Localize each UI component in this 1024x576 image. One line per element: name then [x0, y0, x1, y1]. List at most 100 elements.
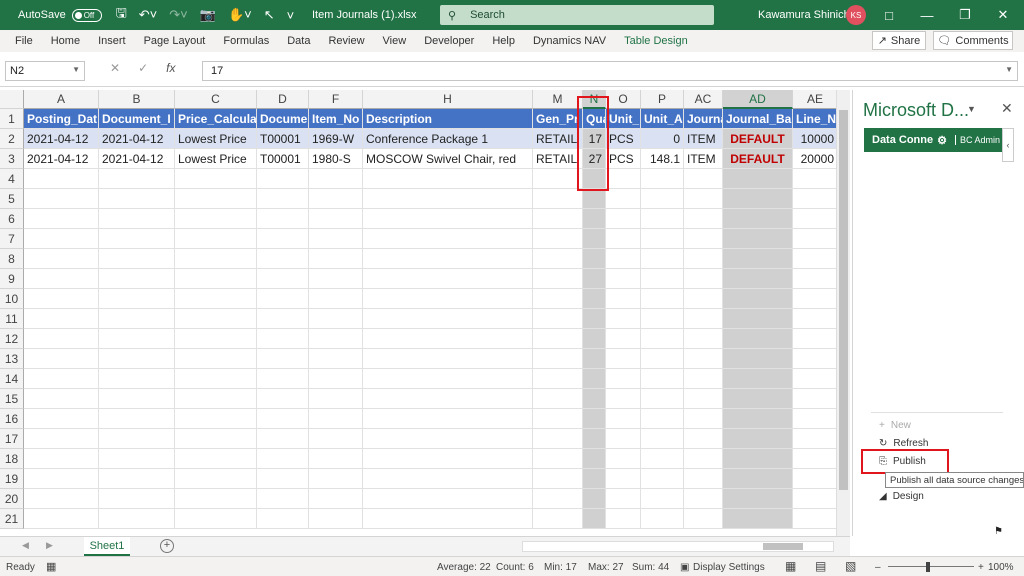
- table-cell[interactable]: [793, 209, 836, 229]
- menu-data[interactable]: Data: [278, 35, 319, 47]
- table-cell[interactable]: [175, 409, 257, 429]
- table-cell[interactable]: [175, 189, 257, 209]
- table-cell[interactable]: DEFAULT: [723, 129, 793, 149]
- table-cell[interactable]: [363, 229, 533, 249]
- table-cell[interactable]: [723, 469, 793, 489]
- table-cell[interactable]: [363, 349, 533, 369]
- table-cell[interactable]: 1980-S: [309, 149, 363, 169]
- table-cell[interactable]: [684, 329, 723, 349]
- table-cell[interactable]: [24, 349, 99, 369]
- comments-button[interactable]: 🗨 Comments: [933, 31, 1013, 50]
- table-cell[interactable]: [363, 169, 533, 189]
- table-cell[interactable]: [684, 169, 723, 189]
- table-cell[interactable]: [606, 509, 641, 529]
- table-cell[interactable]: [641, 509, 684, 529]
- table-cell[interactable]: [24, 429, 99, 449]
- table-cell[interactable]: [684, 469, 723, 489]
- table-cell[interactable]: [363, 269, 533, 289]
- table-cell[interactable]: [99, 309, 175, 329]
- table-cell[interactable]: [533, 489, 583, 509]
- table-cell[interactable]: [606, 469, 641, 489]
- zoom-slider[interactable]: [888, 566, 974, 567]
- table-header-cell[interactable]: Gen_Pr: [533, 109, 583, 129]
- table-cell[interactable]: [723, 509, 793, 529]
- table-header-cell[interactable]: Posting_Dat: [24, 109, 99, 129]
- table-cell[interactable]: [533, 169, 583, 189]
- table-cell[interactable]: [684, 429, 723, 449]
- table-header-cell[interactable]: Journal_Ba: [723, 109, 793, 129]
- table-cell[interactable]: [175, 209, 257, 229]
- table-cell[interactable]: [641, 169, 684, 189]
- vertical-scrollbar[interactable]: [836, 90, 850, 536]
- table-cell[interactable]: [533, 389, 583, 409]
- column-header[interactable]: M: [533, 90, 583, 109]
- table-cell[interactable]: [723, 389, 793, 409]
- table-cell[interactable]: [583, 489, 606, 509]
- table-cell[interactable]: [99, 209, 175, 229]
- table-cell[interactable]: [175, 469, 257, 489]
- row-header[interactable]: 15: [0, 389, 24, 409]
- table-cell[interactable]: 20000: [793, 149, 836, 169]
- table-cell[interactable]: [24, 309, 99, 329]
- pointer-icon[interactable]: ↖: [264, 7, 275, 23]
- column-header[interactable]: D: [257, 90, 309, 109]
- refresh-action[interactable]: ↻ Refresh: [879, 438, 928, 449]
- table-cell[interactable]: ITEM: [684, 129, 723, 149]
- table-cell[interactable]: [606, 189, 641, 209]
- table-cell[interactable]: [309, 229, 363, 249]
- table-cell[interactable]: [99, 269, 175, 289]
- share-button[interactable]: ↗ Share: [872, 31, 926, 50]
- table-cell[interactable]: [175, 509, 257, 529]
- table-cell[interactable]: [257, 249, 309, 269]
- table-cell[interactable]: [684, 309, 723, 329]
- table-cell[interactable]: [99, 409, 175, 429]
- table-cell[interactable]: [363, 189, 533, 209]
- table-cell[interactable]: [606, 429, 641, 449]
- table-cell[interactable]: PCS: [606, 129, 641, 149]
- table-cell[interactable]: [24, 249, 99, 269]
- table-cell[interactable]: [24, 369, 99, 389]
- table-cell[interactable]: [309, 269, 363, 289]
- table-cell[interactable]: [309, 369, 363, 389]
- spreadsheet-grid[interactable]: A B C D F H M N O P AC AD AE 1 Posting_Dat Document_I Pr…: [0, 90, 836, 536]
- table-cell[interactable]: [257, 469, 309, 489]
- table-cell[interactable]: [24, 469, 99, 489]
- table-cell[interactable]: [606, 269, 641, 289]
- table-cell[interactable]: [723, 169, 793, 189]
- table-cell[interactable]: [99, 349, 175, 369]
- table-cell[interactable]: [606, 209, 641, 229]
- row-header[interactable]: 21: [0, 509, 24, 529]
- table-cell[interactable]: [175, 369, 257, 389]
- table-cell[interactable]: [684, 409, 723, 429]
- table-cell[interactable]: [533, 369, 583, 389]
- table-cell[interactable]: [99, 429, 175, 449]
- touch-icon[interactable]: ✋˅: [228, 7, 252, 23]
- design-action[interactable]: ◢ Design: [879, 491, 924, 502]
- table-cell[interactable]: [641, 469, 684, 489]
- table-cell[interactable]: [99, 449, 175, 469]
- table-cell[interactable]: [533, 189, 583, 209]
- data-connector-bar[interactable]: Data Conne ⚙ BC Admin: [864, 128, 1002, 152]
- table-cell[interactable]: [99, 169, 175, 189]
- table-cell[interactable]: [583, 509, 606, 529]
- table-cell[interactable]: [533, 209, 583, 229]
- table-cell[interactable]: [533, 469, 583, 489]
- table-cell[interactable]: [533, 429, 583, 449]
- table-cell[interactable]: [793, 189, 836, 209]
- scroll-left-icon[interactable]: ◀: [22, 540, 29, 551]
- row-header[interactable]: 13: [0, 349, 24, 369]
- table-cell[interactable]: PCS: [606, 149, 641, 169]
- table-cell[interactable]: [641, 249, 684, 269]
- table-cell[interactable]: 1969-W: [309, 129, 363, 149]
- table-cell[interactable]: [793, 409, 836, 429]
- insert-function-icon[interactable]: fx: [166, 61, 175, 75]
- table-cell[interactable]: [723, 309, 793, 329]
- table-cell[interactable]: [583, 209, 606, 229]
- table-cell[interactable]: [175, 229, 257, 249]
- table-cell[interactable]: [723, 349, 793, 369]
- column-header[interactable]: AC: [684, 90, 723, 109]
- row-header[interactable]: 11: [0, 309, 24, 329]
- table-cell[interactable]: [793, 349, 836, 369]
- table-cell[interactable]: [684, 449, 723, 469]
- table-cell[interactable]: [684, 369, 723, 389]
